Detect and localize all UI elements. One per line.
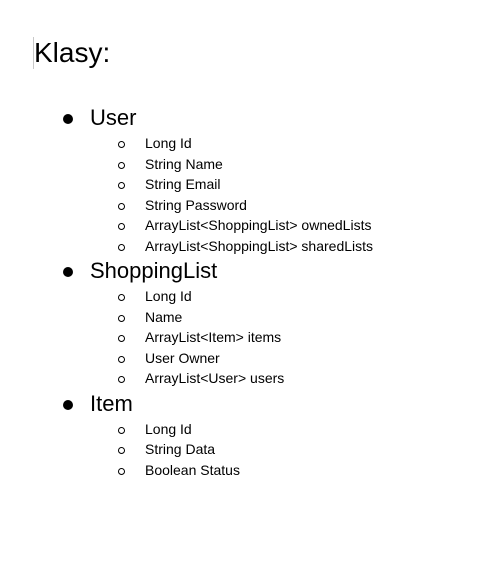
hollow-bullet-icon	[118, 426, 125, 434]
class-name: User	[90, 105, 137, 130]
class-item-shoppinglist: ShoppingList Long Id Name ArrayList<Item…	[0, 256, 480, 389]
field-text: ArrayList<Item> items	[145, 329, 282, 345]
hollow-bullet-icon	[118, 223, 125, 230]
field-text: String Data	[145, 441, 216, 457]
field-item: Name	[0, 307, 480, 328]
class-name: ShoppingList	[90, 258, 218, 283]
hollow-bullet-icon	[118, 355, 125, 363]
hollow-bullet-icon	[118, 161, 125, 169]
filled-bullet-icon	[63, 267, 73, 277]
field-item: String Data	[0, 439, 480, 460]
hollow-bullet-icon	[118, 202, 125, 210]
class-name: Item	[90, 390, 133, 416]
field-text: Name	[145, 308, 183, 325]
field-item: String Name	[0, 154, 480, 175]
hollow-bullet-icon	[118, 182, 125, 189]
field-item: Long Id	[0, 419, 480, 440]
field-list: Long Id Name ArrayList<Item> items User …	[0, 286, 480, 389]
class-list: User Long Id String Name String Email St…	[0, 103, 480, 480]
field-text: String Email	[145, 176, 221, 192]
field-list: Long Id String Data Boolean Status	[0, 419, 480, 481]
class-item-item: Item Long Id String Data Boolean Status	[0, 389, 480, 481]
filled-bullet-icon	[63, 114, 73, 124]
field-item: User Owner	[0, 348, 480, 369]
field-item: ArrayList<ShoppingList> sharedLists	[0, 236, 480, 257]
hollow-bullet-icon	[118, 141, 125, 148]
hollow-bullet-icon	[118, 314, 125, 322]
field-text: String Name	[145, 155, 223, 172]
field-text: Long Id	[145, 288, 192, 304]
document-page[interactable]: Klasy: User Long Id String Name String E…	[0, 0, 480, 576]
field-item: String Password	[0, 195, 480, 216]
field-text: ArrayList<ShoppingList> sharedLists	[145, 237, 374, 254]
field-item: ArrayList<User> users	[0, 368, 480, 389]
hollow-bullet-icon	[118, 294, 125, 301]
hollow-bullet-icon	[118, 243, 125, 251]
field-list: Long Id String Name String Email String …	[0, 133, 480, 256]
field-text: ArrayList<ShoppingList> ownedLists	[145, 217, 372, 233]
field-item: Long Id	[0, 133, 480, 154]
hollow-bullet-icon	[118, 335, 125, 342]
hollow-bullet-icon	[118, 376, 125, 383]
field-text: User Owner	[145, 349, 220, 366]
hollow-bullet-icon	[118, 467, 125, 475]
field-item: ArrayList<ShoppingList> ownedLists	[0, 215, 480, 236]
field-text: Long Id	[145, 420, 192, 437]
class-heading: Item	[0, 389, 480, 419]
field-text: String Password	[145, 196, 247, 213]
field-item: ArrayList<Item> items	[0, 327, 480, 348]
document-title: Klasy:	[34, 37, 111, 68]
field-text: Long Id	[145, 135, 192, 151]
hollow-bullet-icon	[118, 447, 125, 454]
field-item: Long Id	[0, 286, 480, 307]
field-text: ArrayList<User> users	[145, 370, 285, 386]
field-item: Boolean Status	[0, 460, 480, 481]
field-text: Boolean Status	[145, 461, 240, 478]
class-heading: ShoppingList	[0, 256, 480, 286]
field-item: String Email	[0, 174, 480, 195]
class-heading: User	[0, 103, 480, 133]
filled-bullet-icon	[63, 399, 73, 410]
class-item-user: User Long Id String Name String Email St…	[0, 103, 480, 256]
